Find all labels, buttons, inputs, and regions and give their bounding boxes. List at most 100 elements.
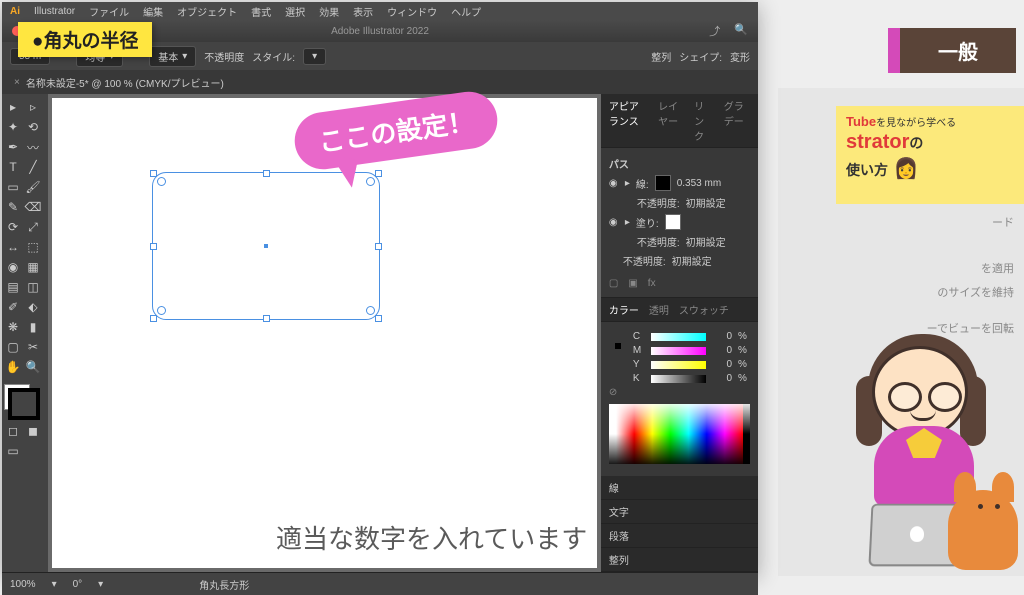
zoom-level[interactable]: 100% [10,579,36,590]
handle-t[interactable] [263,170,270,177]
tab-links[interactable]: リンク [694,98,714,143]
align-panel-collapsed[interactable]: 整列 [601,548,758,572]
y-value[interactable]: 0 [712,359,732,370]
opacity-value-3[interactable]: 初期設定 [672,253,712,268]
tab-color[interactable]: カラー [609,302,639,317]
tab-layers[interactable]: レイヤー [658,98,684,143]
eyedropper-tool[interactable]: ✐ [4,298,22,316]
fill-stroke-swatch[interactable] [4,384,40,420]
style-select[interactable]: ▾ [303,48,326,65]
stroke-panel-collapsed[interactable]: 線 [601,476,758,500]
tab-transparency[interactable]: 透明 [649,302,669,317]
handle-l[interactable] [150,243,157,250]
shaper-tool[interactable]: ✎ [4,198,22,216]
mesh-tool[interactable]: ▤ [4,278,22,296]
hand-tool[interactable]: ✋ [4,358,22,376]
handle-tl[interactable] [150,170,157,177]
brush-select[interactable]: 基本 ▾ [149,46,196,67]
eraser-tool[interactable]: ⌫ [24,198,42,216]
search-icon[interactable]: 🔍 [734,23,748,39]
direct-selection-tool[interactable]: ▹ [24,98,42,116]
add-fill-icon[interactable]: ▣ [628,278,637,289]
gradient-tool[interactable]: ◫ [24,278,42,296]
width-tool[interactable]: ↔ [4,238,22,256]
color-spectrum[interactable] [609,404,750,464]
curvature-tool[interactable]: 〰 [24,138,42,156]
handle-br[interactable] [375,315,382,322]
align-label[interactable]: 整列 [651,49,671,64]
zoom-tool[interactable]: 🔍 [24,358,42,376]
draw-mode-normal[interactable]: ◻ [4,422,22,440]
scale-tool[interactable]: ⤢ [24,218,42,236]
rotate-angle[interactable]: 0° [73,579,83,590]
character-panel-collapsed[interactable]: 文字 [601,500,758,524]
m-slider[interactable] [651,347,706,355]
menu-effect[interactable]: 効果 [319,4,339,19]
add-stroke-icon[interactable]: ▢ [609,278,618,289]
color-stroke-swatch[interactable] [615,343,621,349]
lasso-tool[interactable]: ⟲ [24,118,42,136]
free-transform-tool[interactable]: ⬚ [24,238,42,256]
screen-mode[interactable]: ▭ [4,442,22,460]
menu-type[interactable]: 書式 [251,4,271,19]
shape-builder-tool[interactable]: ◉ [4,258,22,276]
corner-widget-bl[interactable] [157,306,166,315]
opacity-value[interactable]: 初期設定 [686,195,726,210]
y-slider[interactable] [651,361,706,369]
eye-icon[interactable]: ◉ [609,217,619,228]
tab-appearance[interactable]: アピアランス [609,98,648,143]
menu-file[interactable]: ファイル [89,4,129,19]
k-slider[interactable] [651,375,706,383]
blend-tool[interactable]: ⬖ [24,298,42,316]
rectangle-tool[interactable]: ▭ [4,178,22,196]
rotate-tool[interactable]: ⟳ [4,218,22,236]
menu-view[interactable]: 表示 [353,4,373,19]
corner-widget-tl[interactable] [157,177,166,186]
tab-close-icon[interactable]: × [14,77,20,88]
tab-gradient[interactable]: グラデー [724,98,750,143]
paintbrush-tool[interactable]: 🖌 [24,178,42,196]
m-value[interactable]: 0 [712,345,732,356]
document-tab[interactable]: × 名称未設定-5* @ 100 % (CMYK/プレビュー) [2,71,236,94]
corner-widget-br[interactable] [366,306,375,315]
menu-help[interactable]: ヘルプ [451,4,481,19]
tab-swatches[interactable]: スウォッチ [679,302,729,317]
handle-r[interactable] [375,243,382,250]
magic-wand-tool[interactable]: ✦ [4,118,22,136]
c-value[interactable]: 0 [712,331,732,342]
artboard-tool[interactable]: ▢ [4,338,22,356]
perspective-tool[interactable]: ▦ [24,258,42,276]
menu-select[interactable]: 選択 [285,4,305,19]
line-tool[interactable]: ╱ [24,158,42,176]
stroke-color-swatch[interactable] [655,175,671,191]
selection-tool[interactable]: ▸ [4,98,22,116]
k-value[interactable]: 0 [712,373,732,384]
transform-label[interactable]: 変形 [730,49,750,64]
menu-window[interactable]: ウィンドウ [387,4,437,19]
handle-bl[interactable] [150,315,157,322]
menu-object[interactable]: オブジェクト [177,4,237,19]
type-tool[interactable]: T [4,158,22,176]
pen-tool[interactable]: ✒ [4,138,22,156]
stroke-value[interactable]: 0.353 mm [677,178,721,189]
slice-tool[interactable]: ✂ [24,338,42,356]
share-icon[interactable]: ⤴ [709,23,720,39]
draw-mode-behind[interactable]: ◼ [24,422,42,440]
stroke-swatch[interactable] [8,388,40,420]
opacity-value-2[interactable]: 初期設定 [686,234,726,249]
c-slider[interactable] [651,333,706,341]
corner-widget-tr[interactable] [366,177,375,186]
eye-icon[interactable]: ◉ [609,178,619,189]
menu-illustrator[interactable]: Illustrator [34,6,75,17]
menu-edit[interactable]: 編集 [143,4,163,19]
handle-b[interactable] [263,315,270,322]
paragraph-panel-collapsed[interactable]: 段落 [601,524,758,548]
handle-tr[interactable] [375,170,382,177]
rounded-rect-shape[interactable] [152,172,380,320]
add-effect-icon[interactable]: fx [648,278,656,289]
symbol-sprayer-tool[interactable]: ❋ [4,318,22,336]
fill-color-swatch[interactable] [665,214,681,230]
shape-label[interactable]: シェイプ: [679,49,722,64]
graph-tool[interactable]: ▮ [24,318,42,336]
none-icon[interactable]: ⊘ [609,387,750,398]
